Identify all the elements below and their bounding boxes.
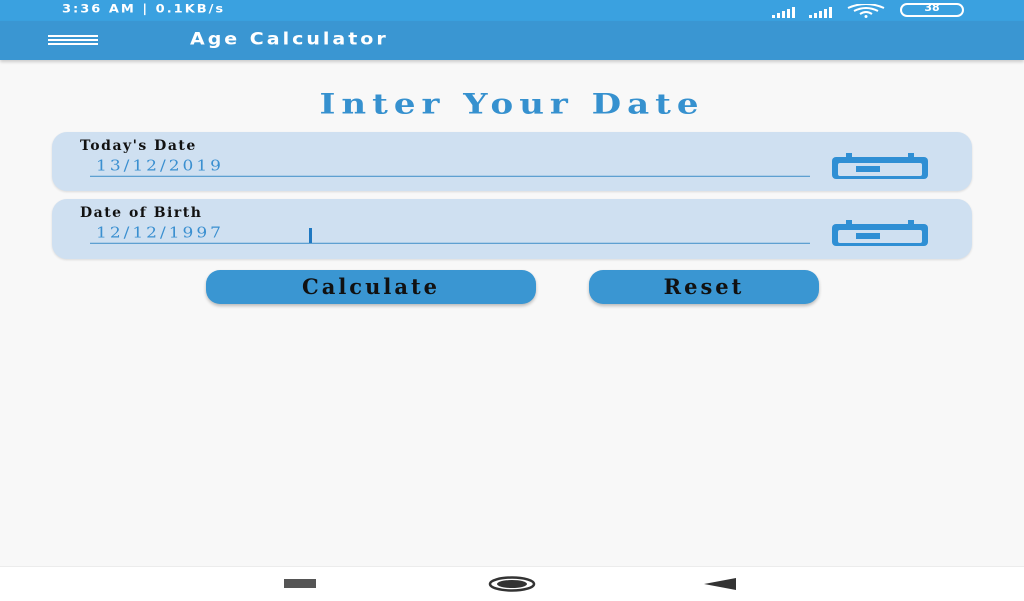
navigation-bar: [0, 566, 1024, 601]
wifi-icon: [847, 4, 885, 18]
date-of-birth-label: Date of Birth: [80, 205, 203, 221]
app-title: Age Calculator: [190, 29, 389, 49]
battery-icon: 38: [900, 1, 964, 17]
text-cursor: [309, 228, 312, 243]
date-of-birth-input[interactable]: [90, 223, 810, 244]
recent-apps-icon[interactable]: [284, 579, 316, 588]
signal-icon: [772, 6, 795, 18]
back-icon[interactable]: [704, 577, 738, 591]
todays-date-label: Today's Date: [80, 138, 197, 154]
calendar-icon[interactable]: [830, 219, 930, 247]
calculate-button[interactable]: Calculate: [206, 270, 536, 304]
status-bar: 3:36 AM | 0.1KB/s 38: [0, 0, 1024, 21]
todays-date-input[interactable]: [90, 156, 810, 177]
reset-button[interactable]: Reset: [589, 270, 819, 304]
calendar-icon[interactable]: [830, 152, 930, 180]
battery-level: 38: [924, 1, 940, 14]
todays-date-card: Today's Date: [52, 132, 972, 191]
status-time: 3:36 AM | 0.1KB/s: [62, 3, 226, 16]
app-bar: Age Calculator: [0, 21, 1024, 60]
date-of-birth-card: Date of Birth: [52, 199, 972, 259]
hamburger-menu-icon[interactable]: [44, 31, 102, 49]
page-heading: Inter Your Date: [319, 88, 705, 121]
home-icon[interactable]: [488, 576, 536, 592]
signal-icon: [809, 6, 832, 18]
status-icons: 38: [772, 1, 964, 18]
